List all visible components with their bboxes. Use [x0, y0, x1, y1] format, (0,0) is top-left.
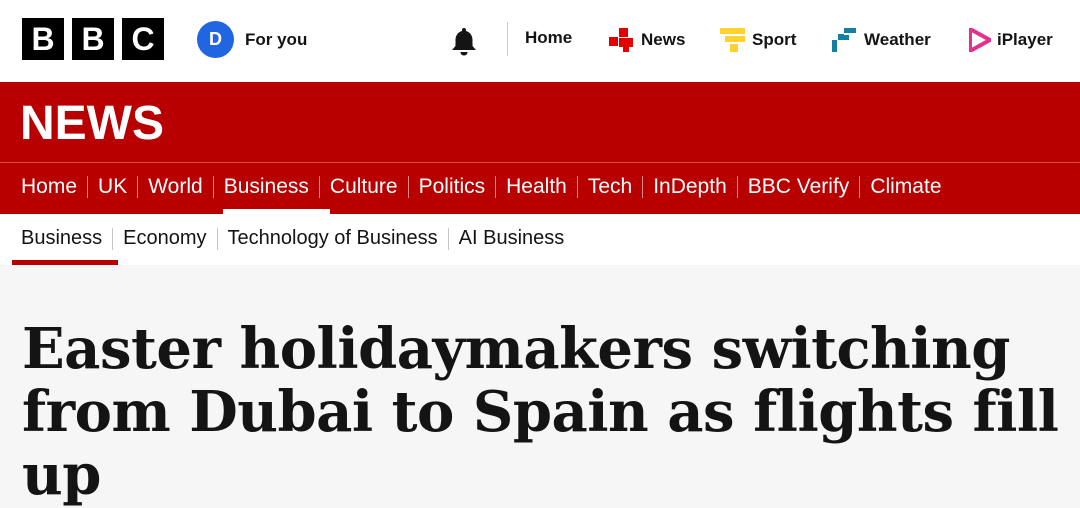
sub-nav-ai-business[interactable]: AI Business [459, 227, 565, 250]
top-nav-label: Sport [752, 30, 797, 49]
section-nav-separator [407, 176, 409, 198]
for-you-link[interactable]: D For you [197, 21, 307, 58]
top-nav-divider [507, 22, 508, 56]
top-nav-sport[interactable]: Sport [720, 28, 796, 52]
bbc-logo[interactable]: B B C [22, 18, 164, 60]
top-nav-weather[interactable]: Weather [832, 28, 931, 52]
section-nav-list: Home UK World Business Culture Politics … [21, 175, 942, 199]
news-banner: NEWS [0, 82, 1080, 163]
iplayer-icon [968, 27, 992, 53]
section-nav-health[interactable]: Health [506, 175, 567, 199]
sub-nav-separator [112, 227, 114, 250]
section-nav-politics[interactable]: Politics [419, 175, 486, 199]
section-nav-home[interactable]: Home [21, 175, 77, 199]
section-nav-separator [212, 176, 214, 198]
account-avatar: D [197, 21, 234, 58]
sub-nav-economy[interactable]: Economy [123, 227, 206, 250]
news-wordmark[interactable]: NEWS [20, 96, 164, 151]
top-nav-label: Home [525, 28, 573, 47]
sub-nav-business[interactable]: Business [21, 227, 102, 250]
sub-nav-separator [216, 227, 218, 250]
top-nav-label: iPlayer [997, 30, 1053, 49]
news-icon [609, 28, 635, 52]
section-nav-world[interactable]: World [148, 175, 202, 199]
bbc-logo-letter: B [72, 18, 114, 60]
bbc-top-bar: B B C D For you Home News Sport Weather … [0, 0, 1080, 82]
section-nav-tech[interactable]: Tech [588, 175, 632, 199]
top-nav-label: News [641, 30, 686, 49]
section-nav-separator [736, 176, 738, 198]
weather-icon [832, 28, 858, 52]
sub-nav-active-indicator [12, 260, 118, 265]
sub-nav-technology-of-business[interactable]: Technology of Business [228, 227, 438, 250]
section-nav-culture[interactable]: Culture [330, 175, 398, 199]
notifications-bell-icon[interactable] [450, 26, 478, 56]
top-nav-iplayer[interactable]: iPlayer [968, 27, 1053, 53]
section-nav-separator [859, 176, 861, 198]
section-nav-separator [87, 176, 89, 198]
sub-nav: Business Economy Technology of Business … [0, 214, 1080, 265]
sport-icon [720, 28, 746, 52]
top-nav-home[interactable]: Home [525, 28, 572, 48]
top-nav-news[interactable]: News [609, 28, 685, 52]
section-nav-climate[interactable]: Climate [870, 175, 941, 199]
sub-nav-list: Business Economy Technology of Business … [21, 227, 564, 250]
sub-nav-separator [447, 227, 449, 250]
section-nav-separator [576, 176, 578, 198]
section-nav-separator [318, 176, 320, 198]
section-nav-indepth[interactable]: InDepth [653, 175, 727, 199]
section-nav-separator [495, 176, 497, 198]
section-nav-business[interactable]: Business [224, 175, 309, 199]
section-nav-separator [642, 176, 644, 198]
top-nav-label: Weather [864, 30, 931, 49]
bbc-logo-letter: B [22, 18, 64, 60]
section-nav: Home UK World Business Culture Politics … [0, 163, 1080, 214]
section-nav-separator [137, 176, 139, 198]
for-you-label: For you [245, 29, 308, 49]
article-headline: Easter holidaymakers switching from Duba… [22, 316, 1059, 508]
section-nav-uk[interactable]: UK [98, 175, 127, 199]
section-nav-bbc-verify[interactable]: BBC Verify [748, 175, 850, 199]
bbc-logo-letter: C [122, 18, 164, 60]
